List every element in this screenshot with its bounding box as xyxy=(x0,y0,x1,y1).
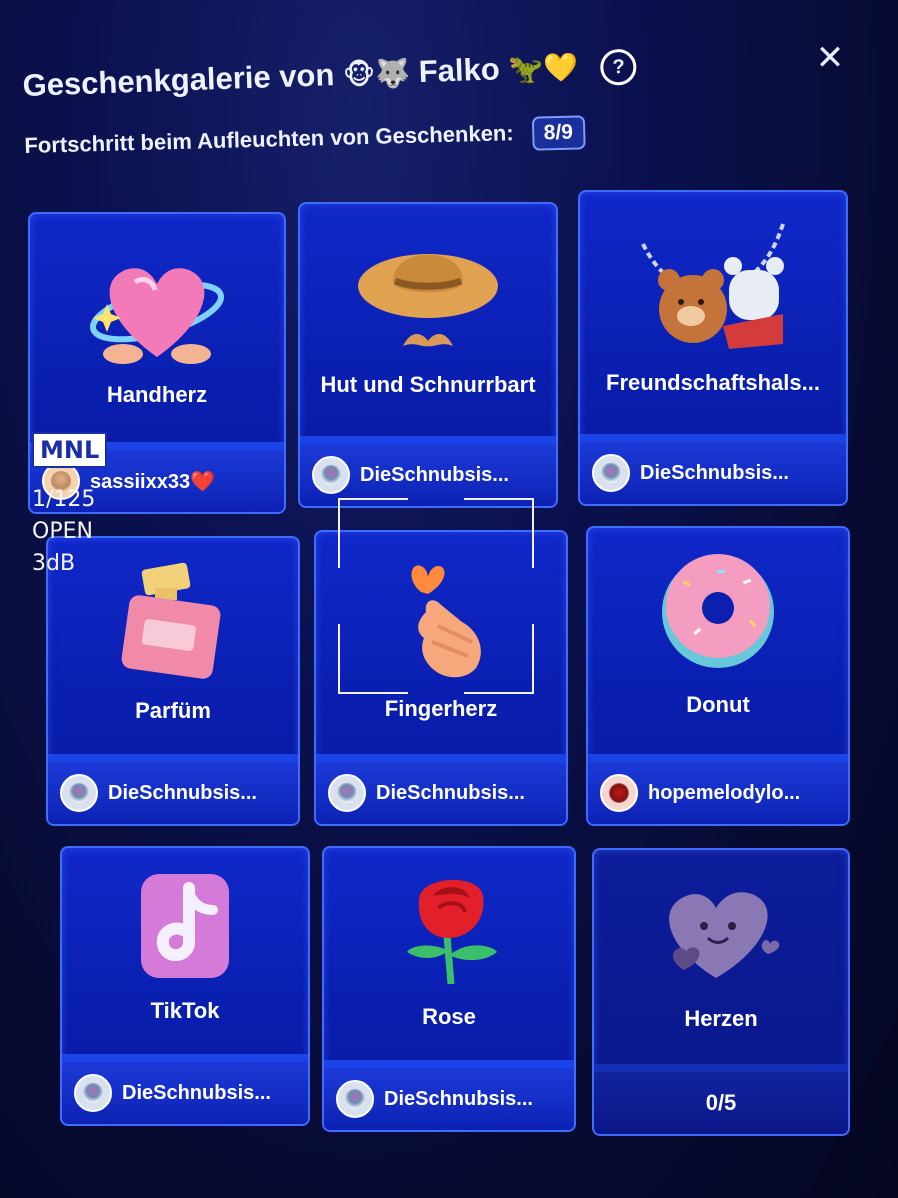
light-up-progress: Fortschritt beim Aufleuchten von Geschen… xyxy=(24,115,586,164)
avatar xyxy=(312,456,350,494)
sender-name: DieSchnubsis... xyxy=(376,781,525,804)
hearts-icon xyxy=(669,892,780,978)
gift-sender: DieSchnubsis... xyxy=(48,754,298,824)
gift-sender: DieSchnubsis... xyxy=(324,1060,574,1130)
bears-necklace-icon xyxy=(641,223,785,349)
title-name: Falko xyxy=(418,51,501,90)
gift-gallery-panel: ✕ Geschenkgalerie von 🐵🐺 Falko 🦖💛 ? Fort… xyxy=(0,0,898,1198)
help-icon[interactable]: ? xyxy=(600,48,638,86)
sender-name: sassiixx33❤️ xyxy=(90,470,215,493)
gift-card-tiktok[interactable]: TikTok DieSchnubsis... xyxy=(60,846,310,1126)
gift-name: Fingerherz xyxy=(384,696,498,721)
gift-name: Parfüm xyxy=(135,698,211,723)
camera-gain: 3dB xyxy=(32,551,76,576)
gift-card-herzen[interactable]: Herzen 0/5 xyxy=(592,848,850,1136)
avatar xyxy=(600,774,638,812)
gift-count: 0/5 xyxy=(705,1090,737,1115)
avatar xyxy=(328,774,366,812)
gift-card-hut-und-schnurrbart[interactable]: Hut und Schnurrbart DieSchnubsis... xyxy=(298,202,558,508)
gift-name: TikTok xyxy=(150,998,220,1023)
tiktok-icon xyxy=(141,874,229,978)
gift-sender: DieSchnubsis... xyxy=(316,754,566,824)
gift-card-freundschaftshals[interactable]: Freundschaftshals... DieSchnubsis... xyxy=(578,190,848,506)
gift-name: Freundschaftshals... xyxy=(606,370,820,395)
gift-name: Donut xyxy=(686,692,750,717)
close-icon[interactable]: ✕ xyxy=(812,40,848,76)
gift-name: Hut und Schnurrbart xyxy=(320,372,536,397)
camera-aperture: OPEN xyxy=(32,519,93,544)
progress-badge: 8/9 xyxy=(531,115,586,151)
heart-hands-icon xyxy=(89,268,225,364)
sender-name: DieSchnubsis... xyxy=(640,461,789,484)
sender-name: hopemelodylo... xyxy=(648,781,801,804)
camera-overlay: MNL 1/125 OPEN 3dB xyxy=(32,432,108,580)
page-title: Geschenkgalerie von 🐵🐺 Falko 🦖💛 ? xyxy=(22,47,638,106)
gift-name: Handherz xyxy=(106,382,208,407)
avatar xyxy=(60,774,98,812)
progress-label: Fortschritt beim Aufleuchten von Geschen… xyxy=(24,120,514,158)
sender-name: DieSchnubsis... xyxy=(108,781,257,804)
camera-focus-frame xyxy=(338,498,534,694)
avatar xyxy=(74,1074,112,1112)
gift-sender: DieSchnubsis... xyxy=(300,436,556,506)
sender-name: DieSchnubsis... xyxy=(384,1087,533,1110)
sender-name: DieSchnubsis... xyxy=(360,463,509,486)
camera-frame: 1/125 xyxy=(32,487,96,512)
camera-mode: MNL xyxy=(32,432,108,468)
gift-card-donut[interactable]: Donut hopemelodylo... xyxy=(586,526,850,826)
donut-icon xyxy=(662,554,774,668)
sender-name: DieSchnubsis... xyxy=(122,1081,271,1104)
gift-name: Herzen xyxy=(684,1006,758,1031)
avatar xyxy=(592,454,630,492)
gift-card-rose[interactable]: Rose DieSchnubsis... xyxy=(322,846,576,1132)
avatar xyxy=(336,1080,374,1118)
gift-sender: DieSchnubsis... xyxy=(62,1054,308,1124)
rose-icon xyxy=(407,879,497,985)
gift-sender: hopemelodylo... xyxy=(588,754,848,824)
title-emojis-before: 🐵🐺 xyxy=(342,57,411,91)
title-emojis-after: 🦖💛 xyxy=(507,51,579,86)
gift-progress: 0/5 xyxy=(594,1064,848,1134)
gift-sender: DieSchnubsis... xyxy=(580,434,846,504)
hat-mustache-icon xyxy=(358,254,498,347)
gift-name: Rose xyxy=(422,1004,476,1029)
perfume-icon xyxy=(121,562,221,679)
title-text: Geschenkgalerie von xyxy=(22,57,335,103)
